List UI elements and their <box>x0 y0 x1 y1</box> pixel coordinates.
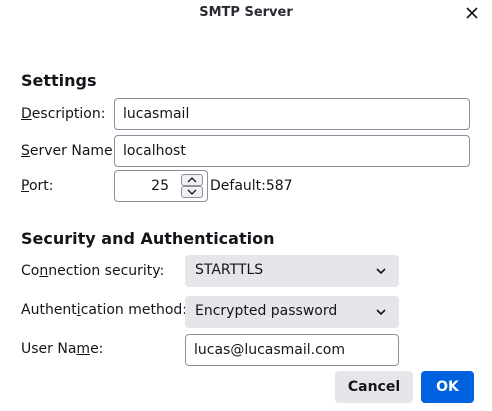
security-heading: Security and Authentication <box>21 229 275 248</box>
close-button[interactable] <box>462 3 482 23</box>
authentication-method-label-pre: Authent <box>21 302 77 318</box>
close-icon <box>466 7 478 19</box>
port-value[interactable]: 25 <box>151 178 169 194</box>
description-input[interactable] <box>114 98 470 130</box>
user-name-label-mnemonic: m <box>76 341 91 357</box>
user-name-label: User Name: <box>21 341 103 357</box>
port-label-mnemonic: P <box>21 178 29 194</box>
cancel-button[interactable]: Cancel <box>335 371 413 403</box>
connection-security-label: Connection security: <box>21 263 164 279</box>
user-name-label-rest: e: <box>90 341 104 357</box>
chevron-down-icon <box>187 189 197 195</box>
authentication-method-select[interactable]: Encrypted password <box>185 296 399 328</box>
server-name-label-rest: erver Name: <box>29 143 118 159</box>
description-label-mnemonic: D <box>21 106 32 122</box>
port-decrement-button[interactable] <box>181 186 203 198</box>
description-label: Description: <box>21 106 105 122</box>
connection-security-value: STARTTLS <box>195 262 264 278</box>
port-stepper[interactable]: 25 <box>114 170 208 202</box>
port-default-text: Default:587 <box>210 178 293 194</box>
port-label: Port: <box>21 178 53 194</box>
user-name-input[interactable] <box>185 334 399 366</box>
settings-heading: Settings <box>21 71 97 90</box>
user-name-label-pre: User Na <box>21 341 77 357</box>
port-label-rest: ort: <box>28 178 54 194</box>
chevron-up-icon <box>187 177 197 183</box>
ok-button[interactable]: OK <box>421 371 474 403</box>
authentication-method-label-rest: cation method: <box>80 302 188 318</box>
chevron-down-icon <box>376 268 386 275</box>
port-increment-button[interactable] <box>181 174 203 186</box>
server-name-label-mnemonic: S <box>21 143 30 159</box>
description-label-rest: escription: <box>31 106 106 122</box>
dialog-title: SMTP Server <box>199 5 293 20</box>
connection-security-label-mnemonic: n <box>39 263 49 279</box>
authentication-method-label: Authentication method: <box>21 302 187 318</box>
connection-security-select[interactable]: STARTTLS <box>185 255 399 287</box>
server-name-input[interactable] <box>114 135 470 167</box>
chevron-down-icon <box>376 309 386 316</box>
authentication-method-value: Encrypted password <box>195 303 338 319</box>
dialog-titlebar: SMTP Server <box>0 0 492 26</box>
connection-security-label-rest: nection security: <box>48 263 165 279</box>
server-name-label: Server Name: <box>21 143 117 159</box>
connection-security-label-pre: Co <box>21 263 40 279</box>
